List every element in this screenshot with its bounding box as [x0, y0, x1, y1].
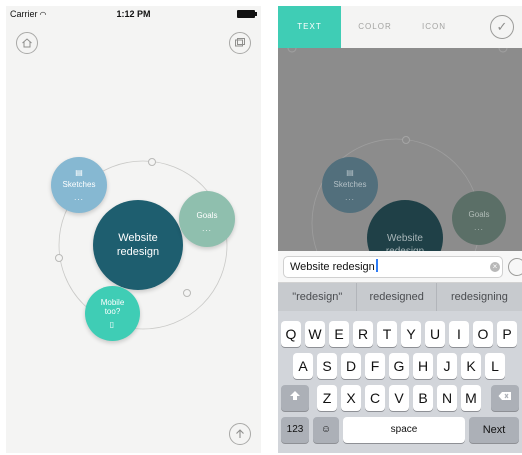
text-caret: [375, 259, 378, 272]
tab-color[interactable]: COLOR: [341, 6, 409, 48]
key-q[interactable]: Q: [281, 321, 301, 347]
node-sketches[interactable]: ▤ Sketches ...: [51, 157, 107, 213]
key-j[interactable]: J: [437, 353, 457, 379]
key-h[interactable]: H: [413, 353, 433, 379]
done-button[interactable]: ✓: [490, 15, 514, 39]
attach-button[interactable]: [508, 258, 522, 276]
key-k[interactable]: K: [461, 353, 481, 379]
dimmed-node-goals: Goals ...: [452, 191, 506, 245]
more-icon[interactable]: ...: [202, 224, 212, 233]
edit-tabs: TEXT COLOR ICON ✓: [278, 6, 522, 48]
node-label: Goals: [196, 210, 218, 220]
key-f[interactable]: F: [365, 353, 385, 379]
key-l[interactable]: L: [485, 353, 505, 379]
numbers-key[interactable]: 123: [281, 417, 309, 443]
clear-text-icon[interactable]: ×: [490, 262, 500, 272]
connector-dot[interactable]: [183, 289, 191, 297]
node-label: Website redesign: [116, 231, 160, 258]
key-y[interactable]: Y: [401, 321, 421, 347]
key-a[interactable]: A: [293, 353, 313, 379]
key-r[interactable]: R: [353, 321, 373, 347]
connector-dot[interactable]: [148, 158, 156, 166]
key-d[interactable]: D: [341, 353, 361, 379]
node-label: Sketches: [62, 179, 96, 189]
dimmed-node-sketches: ▤ Sketches ...: [322, 157, 378, 213]
keyboard: Q W E R T Y U I O P A S D F G H J K L Z: [278, 311, 522, 453]
upload-arrow-icon: [236, 429, 244, 438]
key-o[interactable]: O: [473, 321, 493, 347]
key-u[interactable]: U: [425, 321, 445, 347]
node-text-input[interactable]: Website redesign: [283, 256, 503, 278]
emoji-key[interactable]: ☺: [313, 417, 339, 443]
backspace-icon: [498, 392, 511, 400]
autocorrect-bar: "redesign" redesigned redesigning: [278, 283, 522, 311]
shift-arrow-icon: [290, 391, 300, 400]
mindmap-screen: Carrier ◠ 1:12 PM ▤ Sketches ... Website …: [6, 6, 261, 453]
key-c[interactable]: C: [365, 385, 385, 411]
more-icon[interactable]: ...: [74, 193, 84, 202]
key-z[interactable]: Z: [317, 385, 337, 411]
suggestion-item[interactable]: "redesign": [278, 283, 358, 311]
node-website-redesign[interactable]: Website redesign: [93, 200, 183, 290]
key-n[interactable]: N: [437, 385, 457, 411]
phone-icon: ▯: [109, 320, 116, 330]
key-p[interactable]: P: [497, 321, 517, 347]
key-x[interactable]: X: [341, 385, 361, 411]
key-g[interactable]: G: [389, 353, 409, 379]
sketch-icon: ▤: [346, 167, 354, 177]
checkmark-icon: ✓: [496, 19, 508, 34]
key-i[interactable]: I: [449, 321, 469, 347]
next-key[interactable]: Next: [469, 417, 519, 443]
key-t[interactable]: T: [377, 321, 397, 347]
key-m[interactable]: M: [461, 385, 481, 411]
space-key[interactable]: space: [343, 417, 465, 443]
tab-text[interactable]: TEXT: [278, 6, 341, 48]
input-value: Website redesign: [290, 261, 375, 273]
shift-key[interactable]: [281, 385, 309, 411]
key-b[interactable]: B: [413, 385, 433, 411]
text-edit-bar: Website redesign ×: [278, 251, 522, 283]
tab-icon[interactable]: ICON: [409, 6, 459, 48]
key-e[interactable]: E: [329, 321, 349, 347]
key-w[interactable]: W: [305, 321, 325, 347]
sketch-icon: ▤: [75, 167, 83, 177]
backspace-key[interactable]: [491, 385, 519, 411]
edit-node-screen: TEXT COLOR ICON ✓ ▤ Sketches ... Website…: [278, 6, 522, 453]
connector-dot[interactable]: [55, 254, 63, 262]
key-s[interactable]: S: [317, 353, 337, 379]
node-label: Mobile too?: [100, 297, 125, 316]
node-mobile-too[interactable]: Mobile too? ▯: [85, 286, 140, 341]
suggestion-item[interactable]: redesigned: [357, 283, 437, 311]
upload-button[interactable]: [229, 423, 251, 445]
key-v[interactable]: V: [389, 385, 409, 411]
dimmed-mindmap: ▤ Sketches ... Website redesign Goals ..…: [278, 48, 522, 251]
emoji-icon: ☺: [320, 424, 332, 435]
suggestion-item[interactable]: redesigning: [437, 283, 522, 311]
node-goals[interactable]: Goals ...: [179, 191, 235, 247]
